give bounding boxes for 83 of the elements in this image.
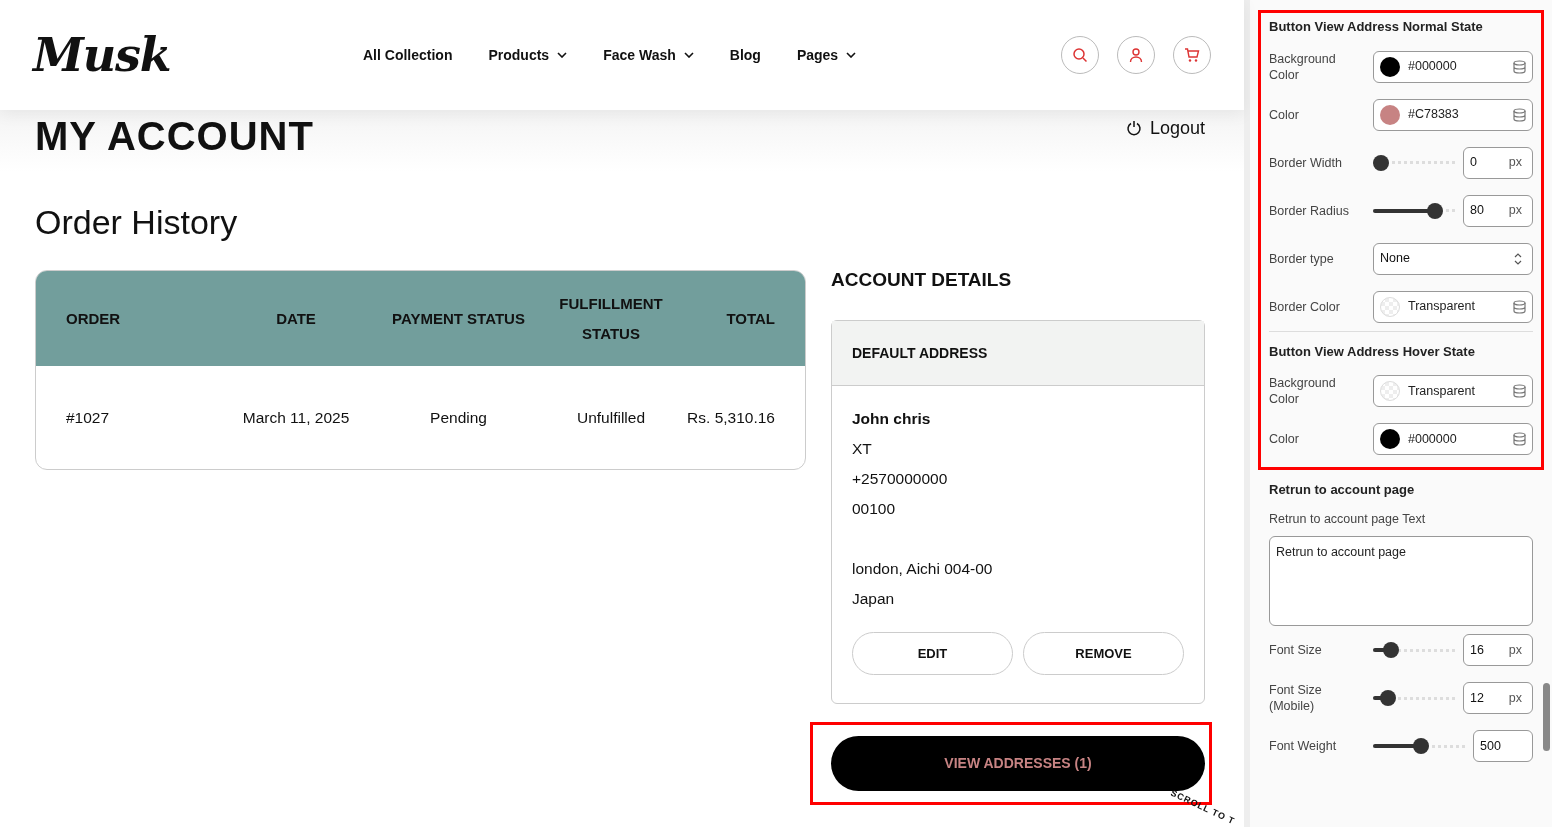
database-icon	[1513, 384, 1526, 398]
address-line: london, Aichi 004-00	[852, 559, 994, 579]
column-header: ORDER	[66, 308, 122, 329]
field-label: Background Color	[1269, 50, 1337, 83]
field-label: Font Size (Mobile)	[1269, 682, 1323, 715]
number-field[interactable]: 500	[1473, 730, 1533, 763]
slider-thumb[interactable]	[1383, 642, 1400, 659]
color-value: Transparent	[1408, 298, 1475, 316]
up-down-icon	[1514, 252, 1522, 265]
section-heading: ACCOUNT DETAILS	[831, 270, 1013, 290]
page-title: MY ACCOUNT	[35, 116, 314, 156]
nav-link[interactable]: All Collection	[363, 44, 453, 66]
slider-thumb[interactable]	[1426, 202, 1443, 219]
section-heading: Order History	[34, 202, 239, 242]
field-label: Border type	[1269, 250, 1335, 267]
field-label: Border Width	[1269, 154, 1343, 171]
table-cell-text: March 11, 2025	[241, 408, 351, 429]
slider-track[interactable]	[1373, 202, 1455, 219]
number-field[interactable]: 80 px	[1463, 194, 1533, 227]
cart-icon	[1184, 47, 1200, 63]
color-field[interactable]: Transparent	[1373, 290, 1533, 323]
transparent-swatch	[1380, 296, 1400, 317]
logout-link[interactable]: Logout	[1125, 116, 1205, 140]
text-area[interactable]: Retrun to account page	[1269, 536, 1533, 627]
user-icon	[1129, 47, 1143, 63]
slider-track[interactable]	[1373, 154, 1455, 171]
slider-track[interactable]	[1373, 690, 1455, 707]
field-label: Font Size	[1269, 642, 1323, 659]
nav-link[interactable]: Face Wash	[603, 44, 694, 66]
column-header: FULFILLMENT STATUS	[558, 293, 664, 344]
slider-track[interactable]	[1373, 642, 1455, 659]
color-field[interactable]: #000000	[1373, 50, 1533, 83]
number-field[interactable]: 12 px	[1463, 682, 1533, 715]
column-header: PAYMENT STATUS	[391, 308, 526, 329]
database-icon	[1513, 107, 1526, 122]
field-label: Font Weight	[1269, 738, 1338, 755]
address-line: Japan	[852, 589, 896, 609]
color-value: #000000	[1408, 430, 1457, 448]
address-line: +2570000000	[852, 469, 949, 489]
select-field[interactable]: None	[1373, 242, 1533, 275]
table-cell-text: Pending	[429, 408, 488, 429]
address-line: XT	[852, 439, 873, 459]
slider-thumb[interactable]	[1373, 154, 1389, 171]
field-label: Color	[1269, 431, 1300, 447]
nav-link[interactable]: Products	[488, 44, 568, 66]
field-label: Color	[1269, 106, 1300, 123]
number-field[interactable]: 16 px	[1463, 634, 1533, 667]
table-cell-text: Rs. 5,310.16	[686, 408, 775, 429]
power-icon	[1125, 120, 1142, 136]
color-value: Transparent	[1408, 382, 1475, 400]
table-cell-text: Unfulfilled	[575, 408, 647, 429]
nav-link[interactable]: Pages	[796, 44, 857, 66]
field-label: Border Color	[1269, 298, 1341, 315]
color-field[interactable]: Transparent	[1373, 375, 1533, 407]
section-title: Retrun to account page	[1269, 481, 1416, 499]
table-cell-text: #1027	[66, 408, 111, 429]
database-icon	[1513, 59, 1526, 74]
slider-thumb[interactable]	[1412, 738, 1429, 755]
logo[interactable]: Musk	[33, 20, 363, 90]
section-title: Button View Address Hover State	[1269, 342, 1476, 361]
field-label: Background Color	[1269, 375, 1337, 407]
column-header: DATE	[275, 308, 317, 329]
field-label: Retrun to account page Text	[1269, 510, 1427, 528]
transparent-swatch	[1380, 381, 1400, 401]
column-header: TOTAL	[725, 308, 775, 329]
slider-thumb[interactable]	[1379, 690, 1396, 707]
card-title: DEFAULT ADDRESS	[852, 343, 988, 363]
view-addresses-button[interactable]: VIEW ADDRESSES (1)	[831, 736, 1205, 791]
address-line: 00100	[852, 499, 897, 519]
number-field[interactable]: 0 px	[1463, 146, 1533, 179]
section-title: Button View Address Normal State	[1269, 18, 1484, 36]
search-icon	[1072, 47, 1088, 63]
nav-link[interactable]: Blog	[729, 44, 761, 66]
database-icon	[1513, 432, 1526, 446]
color-field[interactable]: #C78383	[1373, 98, 1533, 131]
database-icon	[1513, 299, 1526, 314]
color-value: #C78383	[1408, 106, 1459, 124]
field-label: Border Radius	[1269, 202, 1350, 219]
color-field[interactable]: #000000	[1373, 423, 1533, 455]
scrollbar[interactable]	[1543, 683, 1550, 751]
slider-track[interactable]	[1373, 738, 1465, 755]
address-line: John chris	[852, 409, 932, 429]
color-value: #000000	[1408, 58, 1457, 76]
